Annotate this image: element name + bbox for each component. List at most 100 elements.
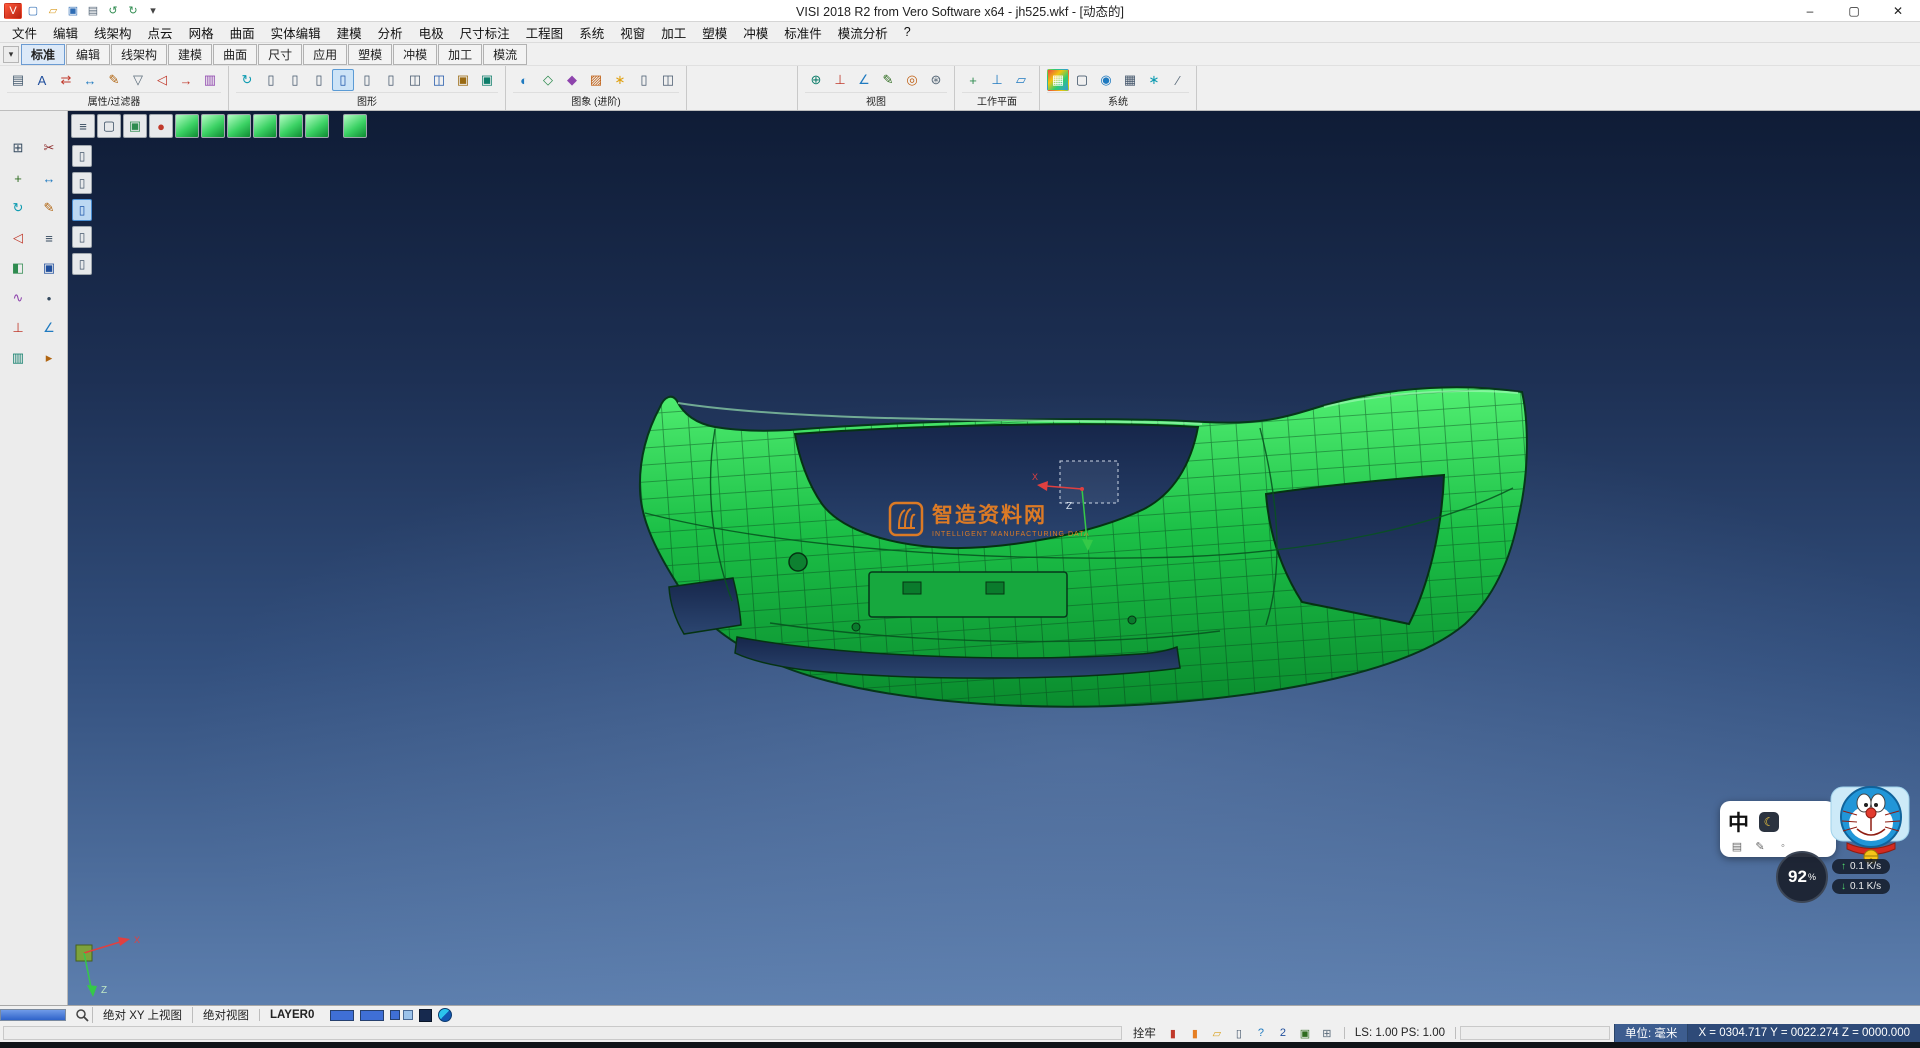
- ribbon-tab-10[interactable]: 加工: [438, 44, 482, 65]
- transfer-attributes-icon[interactable]: →: [175, 69, 197, 91]
- solid-tool-icon[interactable]: ▣: [37, 257, 61, 279]
- view-page-5-icon[interactable]: ▯: [380, 69, 402, 91]
- menu-item-8[interactable]: 建模: [329, 21, 370, 44]
- view-page-current-icon[interactable]: ▯: [332, 69, 354, 91]
- display-settings-icon[interactable]: ▢: [1071, 69, 1093, 91]
- solid-mode-icon[interactable]: ▣: [1296, 1026, 1314, 1040]
- snapshot-page-icon[interactable]: ▯: [633, 69, 655, 91]
- flag-tool-icon[interactable]: ▸: [37, 347, 61, 369]
- view-axes-icon[interactable]: ⊥: [829, 69, 851, 91]
- cube-bottom-view-icon[interactable]: [305, 114, 329, 138]
- usage-percent-badge[interactable]: 92%: [1776, 851, 1828, 903]
- saved-view-2-icon[interactable]: ▣: [476, 69, 498, 91]
- ribbon-tab-8[interactable]: 塑模: [348, 44, 392, 65]
- menu-item-2[interactable]: 编辑: [45, 21, 86, 44]
- ribbon-tab-4[interactable]: 建模: [168, 44, 212, 65]
- selection-box[interactable]: [1060, 461, 1118, 503]
- new-file-icon[interactable]: ▢: [24, 3, 42, 19]
- curve-tool-icon[interactable]: ∿: [6, 287, 30, 309]
- ribbon-tab-7[interactable]: 应用: [303, 44, 347, 65]
- folder-status-icon[interactable]: ▱: [1208, 1026, 1226, 1040]
- surface-tool-icon[interactable]: ◧: [6, 257, 30, 279]
- workplane-new-icon[interactable]: +: [962, 69, 984, 91]
- clipboard-active-icon[interactable]: ▯: [72, 199, 92, 221]
- snap-lock-label[interactable]: 拴牢: [1125, 1025, 1164, 1041]
- error-log-icon[interactable]: ▮: [1164, 1026, 1182, 1040]
- active-layer-indicator[interactable]: LAYER0: [259, 1009, 324, 1021]
- cube-back-view-icon[interactable]: [227, 114, 251, 138]
- edit-filter-icon[interactable]: ✎: [103, 69, 125, 91]
- menu-item-1[interactable]: 文件: [4, 21, 45, 44]
- help-info-icon[interactable]: ?: [1252, 1026, 1270, 1040]
- color-swatch-small-light[interactable]: [403, 1010, 413, 1020]
- pan-view-icon[interactable]: +: [6, 167, 30, 189]
- measure-icon[interactable]: ∠: [853, 69, 875, 91]
- snap-2d-icon[interactable]: 2: [1274, 1026, 1292, 1040]
- menu-item-17[interactable]: 冲模: [735, 21, 776, 44]
- menu-item-20[interactable]: ?: [896, 23, 919, 41]
- refresh-view-icon[interactable]: ↻: [236, 69, 258, 91]
- ribbon-tab-11[interactable]: 模流: [483, 44, 527, 65]
- background-color-swatch[interactable]: [419, 1009, 432, 1022]
- cube-front-view-icon[interactable]: [201, 114, 225, 138]
- ribbon-tab-5[interactable]: 曲面: [213, 44, 257, 65]
- ime-settings-icon[interactable]: ◦: [1776, 840, 1790, 852]
- erase-icon[interactable]: ◁: [6, 227, 30, 249]
- rotate-view-icon[interactable]: ↻: [6, 197, 30, 219]
- data-table-icon[interactable]: ▦: [1119, 69, 1141, 91]
- menu-item-3[interactable]: 线架构: [86, 21, 140, 44]
- ribbon-tab-9[interactable]: 冲模: [393, 44, 437, 65]
- tab-overflow-button[interactable]: ▾: [3, 46, 19, 63]
- menu-item-18[interactable]: 标准件: [776, 21, 830, 44]
- menu-item-5[interactable]: 网格: [181, 21, 222, 44]
- clipboard-2-icon[interactable]: ▯: [72, 172, 92, 194]
- maximize-button[interactable]: ▢: [1832, 0, 1876, 21]
- redo-icon[interactable]: ↻: [124, 3, 142, 19]
- calibrate-icon[interactable]: ∕: [1167, 69, 1189, 91]
- scene-list-icon[interactable]: ≡: [71, 114, 95, 138]
- swap-attributes-icon[interactable]: ⇄: [55, 69, 77, 91]
- lighting-icon[interactable]: ∗: [609, 69, 631, 91]
- undo-icon[interactable]: ↺: [104, 3, 122, 19]
- plot-icon[interactable]: ▤: [84, 3, 102, 19]
- menu-item-7[interactable]: 实体编辑: [263, 21, 329, 44]
- target-view-icon[interactable]: ◎: [901, 69, 923, 91]
- cube-iso-view-icon[interactable]: [343, 114, 367, 138]
- menu-item-16[interactable]: 塑模: [694, 21, 735, 44]
- clear-filter-icon[interactable]: ◁: [151, 69, 173, 91]
- clipboard-3-icon[interactable]: ▯: [72, 226, 92, 248]
- ime-language-indicator[interactable]: 中: [1728, 807, 1749, 837]
- trim-icon[interactable]: ✂: [37, 137, 61, 159]
- save-file-icon[interactable]: ▣: [64, 3, 82, 19]
- ribbon-tab-2[interactable]: 编辑: [66, 44, 110, 65]
- magnifier-icon[interactable]: [75, 1008, 89, 1022]
- keyboard-icon[interactable]: ▤: [1730, 840, 1744, 852]
- render-mode-icon[interactable]: [438, 1008, 452, 1022]
- view-page-3-icon[interactable]: ▯: [308, 69, 330, 91]
- clipboard-4-icon[interactable]: ▯: [72, 253, 92, 275]
- view-marker-icon[interactable]: ●: [149, 114, 173, 138]
- os-taskbar-edge[interactable]: [0, 1042, 1920, 1048]
- minimize-button[interactable]: –: [1788, 0, 1832, 21]
- viewport-canvas[interactable]: ≡▢▣● ▯▯▯▯▯: [68, 111, 1920, 1005]
- view-page-2-icon[interactable]: ▯: [284, 69, 306, 91]
- zoom-window-icon[interactable]: ⊞: [6, 137, 30, 159]
- network-monitor-widget[interactable]: 中 ☾ ▤✎◦: [1720, 787, 1920, 922]
- view-shaded-icon[interactable]: ▣: [123, 114, 147, 138]
- axis-tool-icon[interactable]: ⊥: [6, 317, 30, 339]
- cube-top-view-icon[interactable]: [175, 114, 199, 138]
- view-mode-indicator[interactable]: 绝对 XY 上视图: [92, 1007, 192, 1023]
- clipboard-1-icon[interactable]: ▯: [72, 145, 92, 167]
- measure-status-icon[interactable]: ⊞: [1318, 1026, 1336, 1040]
- plot-settings-icon[interactable]: ▤: [7, 69, 29, 91]
- handwriting-icon[interactable]: ✎: [1753, 840, 1767, 852]
- view-settings-icon[interactable]: ⊛: [925, 69, 947, 91]
- point-tool-icon[interactable]: •: [37, 287, 61, 309]
- warning-log-icon[interactable]: ▮: [1186, 1026, 1204, 1040]
- ribbon-tab-1[interactable]: 标准: [21, 44, 65, 65]
- layer-color-swatch-2[interactable]: [360, 1010, 384, 1021]
- ime-toolbar[interactable]: 中 ☾ ▤✎◦: [1720, 801, 1836, 857]
- menu-item-15[interactable]: 加工: [653, 21, 694, 44]
- swatch-tool-icon[interactable]: ▥: [6, 347, 30, 369]
- menu-item-14[interactable]: 视窗: [612, 21, 653, 44]
